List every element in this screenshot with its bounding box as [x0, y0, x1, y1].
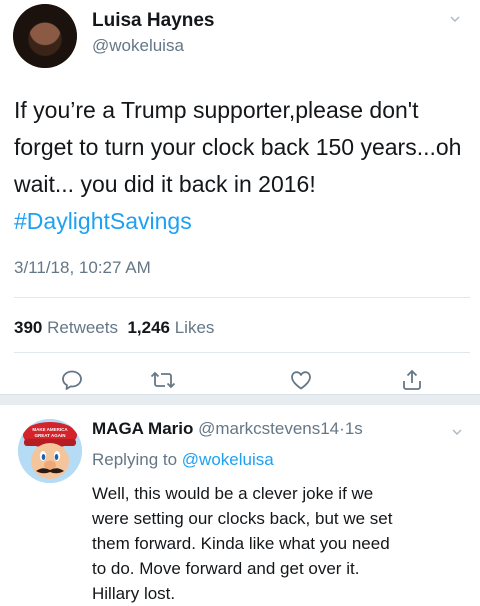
reply-display-name[interactable]: MAGA Mario	[92, 419, 193, 438]
mario-avatar-image: MAKE AMERICA GREAT AGAIN	[18, 419, 82, 483]
thread-separator	[0, 394, 480, 405]
reply-tweet[interactable]: MAKE AMERICA GREAT AGAIN MAGA Mario @mar…	[0, 405, 480, 605]
chevron-down-icon[interactable]	[452, 427, 462, 437]
likes-label: Likes	[174, 318, 215, 337]
replying-to: Replying to @wokeluisa	[92, 450, 274, 470]
reply-button[interactable]	[57, 365, 87, 395]
tweet-actions	[0, 365, 480, 395]
reply-text: Well, this would be a clever joke if we …	[92, 484, 393, 603]
retweet-icon	[150, 371, 176, 389]
like-icon	[291, 371, 311, 390]
author-display-name[interactable]: Luisa Haynes	[92, 10, 215, 32]
like-button[interactable]	[286, 365, 316, 395]
retweet-button[interactable]	[148, 365, 178, 395]
likes-count: 1,246	[127, 318, 170, 337]
reply-header: MAGA Mario @markcstevens14·1s	[92, 419, 363, 439]
tweet-stats: 390 Retweets 1,246 Likes	[14, 318, 214, 338]
tweet-body: If you’re a Trump supporter,please don't…	[14, 97, 462, 197]
hashtag-link[interactable]: #DaylightSavings	[14, 208, 192, 234]
likes-stat[interactable]: 1,246 Likes	[127, 318, 214, 337]
mention-link[interactable]: @wokeluisa	[182, 450, 274, 469]
avatar[interactable]	[13, 4, 77, 68]
share-button[interactable]	[397, 365, 427, 395]
hat-text-line1: MAKE AMERICA	[32, 427, 68, 432]
main-tweet: Luisa Haynes @wokeluisa If you’re a Trum…	[0, 0, 480, 395]
hat-text-line2: GREAT AGAIN	[35, 433, 66, 438]
retweets-stat[interactable]: 390 Retweets	[14, 318, 118, 337]
author-handle[interactable]: @wokeluisa	[92, 36, 184, 56]
replying-label: Replying to	[92, 450, 178, 469]
reply-icon	[62, 370, 82, 390]
reply-avatar[interactable]: MAKE AMERICA GREAT AGAIN	[18, 419, 82, 483]
reply-age[interactable]: 1s	[345, 419, 363, 438]
retweets-label: Retweets	[47, 318, 118, 337]
chevron-down-icon[interactable]	[450, 14, 460, 24]
divider	[14, 297, 470, 298]
reply-handle[interactable]: @markcstevens14	[198, 419, 339, 438]
divider	[14, 352, 470, 353]
share-icon	[403, 369, 421, 390]
tweet-text: If you’re a Trump supporter,please don't…	[14, 92, 469, 240]
tweet-timestamp[interactable]: 3/11/18, 10:27 AM	[14, 258, 151, 278]
retweets-count: 390	[14, 318, 43, 337]
